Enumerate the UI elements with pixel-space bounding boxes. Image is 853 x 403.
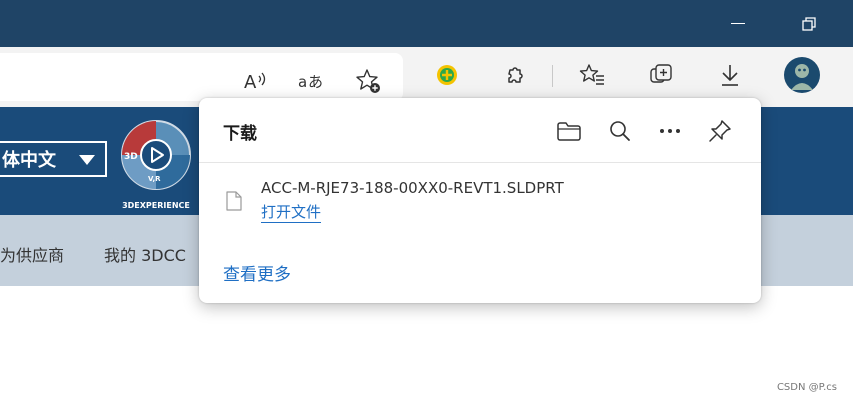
screen: A a あ 体中文 3D V,R 3DEXPERIENCE 为供应商 我的 3D… (0, 0, 853, 403)
translate-button[interactable]: a あ (295, 65, 327, 97)
svg-text:a: a (298, 73, 307, 91)
nav-item-my-3dcc[interactable]: 我的 3DCC (104, 242, 186, 266)
address-bar[interactable]: A a あ (0, 53, 403, 101)
language-label: 体中文 (2, 150, 56, 171)
translate-icon: a あ (298, 73, 323, 91)
folder-icon (557, 122, 581, 141)
pin-button[interactable] (705, 116, 735, 146)
minimize-button[interactable] (715, 0, 761, 47)
open-file-link[interactable]: 打开文件 (261, 203, 322, 223)
pin-icon (709, 120, 731, 142)
file-icon (226, 191, 242, 211)
downloads-title: 下载 (223, 124, 257, 144)
downloads-button[interactable] (714, 59, 746, 91)
add-favorite-icon (356, 69, 380, 93)
open-folder-button[interactable] (554, 116, 584, 146)
favorites-icon (579, 64, 604, 85)
favorites-button[interactable] (576, 59, 608, 91)
downloads-panel: 下载 ACC-M-RJE73-188-00XX0-REVT1.SLDPRT 打开… (199, 98, 761, 303)
svg-text:A: A (244, 72, 257, 92)
restore-button[interactable] (786, 0, 832, 47)
minimize-icon (731, 22, 745, 25)
3dexperience-logo[interactable]: 3D V,R 3DEXPERIENCE (118, 117, 194, 210)
chevron-down-icon (79, 155, 95, 165)
see-more-link[interactable]: 查看更多 (223, 260, 291, 285)
download-item[interactable]: ACC-M-RJE73-188-00XX0-REVT1.SLDPRT 打开文件 (199, 163, 761, 248)
downloads-header: 下载 (199, 98, 761, 163)
extension-button[interactable] (431, 59, 463, 91)
compass-logo-icon: 3D V,R (121, 120, 191, 190)
search-icon (610, 121, 630, 141)
collections-button[interactable] (645, 59, 677, 91)
profile-avatar (784, 57, 820, 93)
profile-button[interactable] (782, 55, 822, 95)
read-aloud-icon: A (244, 72, 266, 92)
more-icon (660, 129, 680, 133)
language-select[interactable]: 体中文 (0, 141, 107, 177)
watermark: CSDN @P.cs (776, 382, 837, 393)
toolbar-separator (552, 65, 553, 87)
downloads-icon (722, 65, 738, 86)
more-options-button[interactable] (655, 116, 685, 146)
extension-colored-icon (437, 65, 457, 85)
add-favorite-button[interactable] (352, 65, 384, 97)
logo-badge: 3D (124, 152, 138, 162)
read-aloud-button[interactable]: A (240, 65, 272, 97)
download-file-name: ACC-M-RJE73-188-00XX0-REVT1.SLDPRT (261, 179, 564, 197)
extensions-icon (508, 67, 523, 83)
restore-icon (802, 16, 816, 31)
search-downloads-button[interactable] (605, 116, 635, 146)
logo-sub: V,R (148, 175, 161, 183)
logo-text: 3DEXPERIENCE (122, 201, 190, 210)
svg-text:あ: あ (308, 73, 323, 91)
extensions-button[interactable] (499, 59, 531, 91)
collections-icon (650, 64, 672, 83)
nav-item-suppliers[interactable]: 为供应商 (0, 242, 64, 266)
window-titlebar (0, 0, 853, 47)
